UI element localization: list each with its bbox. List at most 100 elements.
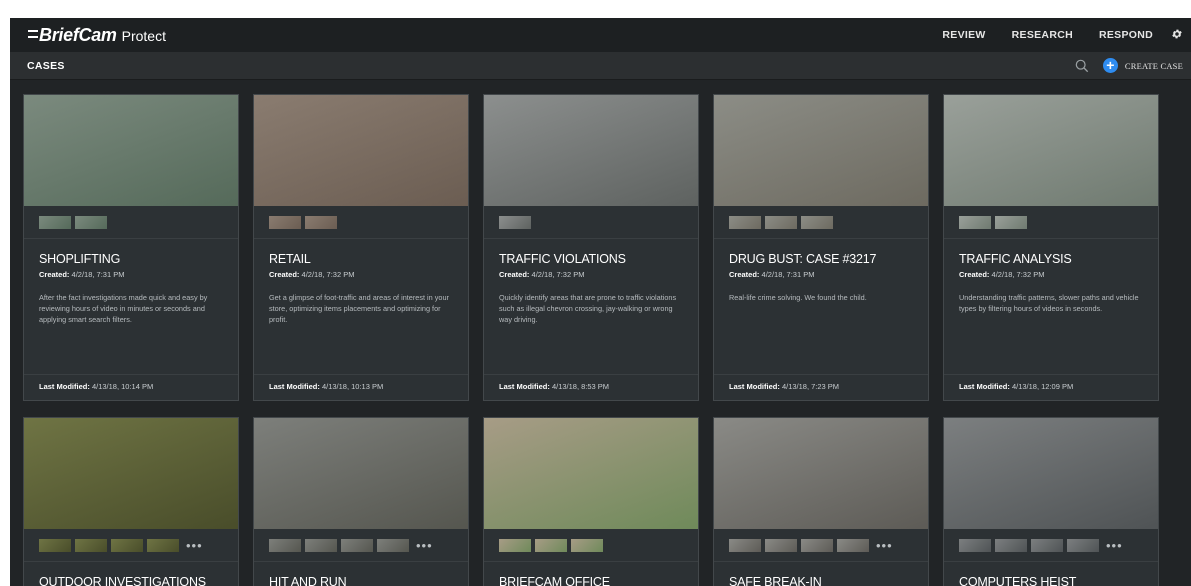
video-thumbnail[interactable] (269, 538, 301, 552)
created-value: 4/2/18, 7:32 PM (991, 270, 1045, 279)
video-thumbnail[interactable] (535, 538, 567, 552)
more-videos-icon[interactable]: ••• (876, 539, 893, 552)
case-card[interactable]: ••• HIT AND RUN (253, 417, 469, 586)
case-card[interactable]: RETAIL Created: 4/2/18, 7:32 PM Get a glim… (253, 94, 469, 401)
case-title[interactable]: TRAFFIC VIOLATIONS (499, 252, 683, 266)
case-thumbnail[interactable] (24, 95, 238, 206)
video-thumbnail[interactable] (729, 215, 761, 229)
case-card[interactable]: SHOPLIFTING Created: 4/2/18, 7:31 PM After… (23, 94, 239, 401)
video-thumbnail[interactable] (959, 538, 991, 552)
logo-product: Protect (121, 27, 166, 44)
case-card[interactable]: TRAFFIC VIOLATIONS Created: 4/2/18, 7:32 … (483, 94, 699, 401)
video-thumbnail[interactable] (837, 538, 869, 552)
case-details: SHOPLIFTING Created: 4/2/18, 7:31 PM After… (24, 239, 238, 352)
last-modified-value: 4/13/18, 8:53 PM (551, 382, 610, 391)
video-thumbnail[interactable] (571, 538, 603, 552)
case-thumbnail[interactable] (24, 418, 238, 529)
case-last-modified: Last Modified: 4/13/18, 8:53 PM (484, 374, 698, 400)
video-thumbnail[interactable] (765, 215, 797, 229)
case-title[interactable]: RETAIL (269, 252, 453, 266)
case-title[interactable]: DRUG BUST: CASE #3217 (729, 252, 913, 266)
case-thumbnail[interactable] (714, 95, 928, 206)
video-thumbnail-strip: ••• (24, 529, 238, 562)
video-thumbnail-strip: ••• (944, 529, 1158, 562)
video-thumbnail[interactable] (111, 538, 143, 552)
case-thumbnail[interactable] (254, 418, 468, 529)
video-thumbnail[interactable] (147, 538, 179, 552)
last-modified-value: 4/13/18, 12:09 PM (1011, 382, 1074, 391)
video-thumbnail[interactable] (1031, 538, 1063, 552)
video-thumbnail[interactable] (499, 215, 531, 229)
case-title[interactable]: SAFE BREAK-IN (729, 575, 913, 586)
case-thumbnail[interactable] (944, 418, 1158, 529)
video-thumbnail-strip (944, 206, 1158, 239)
case-details: TRAFFIC VIOLATIONS Created: 4/2/18, 7:32 … (484, 239, 698, 352)
briefcam-logo[interactable]: BriefCam Protect (28, 25, 166, 46)
video-thumbnail[interactable] (729, 538, 761, 552)
video-thumbnail[interactable] (39, 215, 71, 229)
nav-research[interactable]: RESEARCH (1012, 29, 1073, 41)
create-case-plus-icon[interactable]: + (1102, 58, 1118, 73)
last-modified-value: 4/13/18, 7:23 PM (781, 382, 840, 391)
video-thumbnail-strip (484, 206, 698, 239)
case-title[interactable]: HIT AND RUN (269, 575, 453, 586)
case-thumbnail[interactable] (484, 418, 698, 529)
video-thumbnail[interactable] (995, 538, 1027, 552)
case-card[interactable]: ••• SAFE BREAK-IN (713, 417, 929, 586)
video-thumbnail[interactable] (269, 215, 301, 229)
more-videos-icon[interactable]: ••• (416, 539, 433, 552)
case-details: DRUG BUST: CASE #3217 Created: 4/2/18, 7:… (714, 239, 928, 352)
video-thumbnail[interactable] (801, 538, 833, 552)
case-title[interactable]: SHOPLIFTING (39, 252, 223, 266)
search-icon[interactable] (1075, 59, 1089, 73)
last-modified-value: 4/13/18, 10:14 PM (91, 382, 154, 391)
more-videos-icon[interactable]: ••• (1106, 539, 1123, 552)
logo-mark-icon (28, 29, 38, 38)
video-thumbnail[interactable] (765, 538, 797, 552)
case-card[interactable]: ••• COMPUTERS HEIST (943, 417, 1159, 586)
video-thumbnail-strip: ••• (714, 529, 928, 562)
case-details: HIT AND RUN (254, 562, 468, 586)
case-title[interactable]: COMPUTERS HEIST (959, 575, 1143, 586)
video-thumbnail[interactable] (959, 215, 991, 229)
create-case-button[interactable]: CREATE CASE (1125, 61, 1183, 71)
video-thumbnail[interactable] (39, 538, 71, 552)
case-card[interactable]: TRAFFIC ANALYSIS Created: 4/2/18, 7:32 PM… (943, 94, 1159, 401)
video-thumbnail-strip: ••• (254, 529, 468, 562)
more-videos-icon[interactable]: ••• (186, 539, 203, 552)
video-thumbnail[interactable] (75, 215, 107, 229)
case-title[interactable]: TRAFFIC ANALYSIS (959, 252, 1143, 266)
case-last-modified: Last Modified: 4/13/18, 12:09 PM (944, 374, 1158, 400)
case-thumbnail[interactable] (254, 95, 468, 206)
video-thumbnail-strip (714, 206, 928, 239)
nav-review[interactable]: REVIEW (942, 29, 985, 41)
video-thumbnail[interactable] (1067, 538, 1099, 552)
created-label: Created: (959, 270, 990, 279)
case-thumbnail[interactable] (484, 95, 698, 206)
gear-icon[interactable] (1171, 28, 1183, 40)
case-created: Created: 4/2/18, 7:32 PM (499, 270, 683, 279)
video-thumbnail[interactable] (75, 538, 107, 552)
video-thumbnail[interactable] (305, 215, 337, 229)
video-thumbnail[interactable] (499, 538, 531, 552)
case-last-modified: Last Modified: 4/13/18, 10:14 PM (24, 374, 238, 400)
video-thumbnail-strip (484, 529, 698, 562)
case-details: COMPUTERS HEIST (944, 562, 1158, 586)
case-details: TRAFFIC ANALYSIS Created: 4/2/18, 7:32 PM… (944, 239, 1158, 352)
case-title[interactable]: OUTDOOR INVESTIGATIONS (39, 575, 223, 586)
video-thumbnail[interactable] (305, 538, 337, 552)
nav-respond[interactable]: RESPOND (1099, 29, 1153, 41)
video-thumbnail[interactable] (377, 538, 409, 552)
case-thumbnail[interactable] (714, 418, 928, 529)
case-card[interactable]: ••• OUTDOOR INVESTIGATIONS (23, 417, 239, 586)
case-card[interactable]: DRUG BUST: CASE #3217 Created: 4/2/18, 7:… (713, 94, 929, 401)
video-thumbnail[interactable] (801, 215, 833, 229)
case-thumbnail[interactable] (944, 95, 1158, 206)
video-thumbnail[interactable] (995, 215, 1027, 229)
case-card[interactable]: BRIEFCAM OFFICE (483, 417, 699, 586)
case-title[interactable]: BRIEFCAM OFFICE (499, 575, 683, 586)
logo-brand: BriefCam (39, 24, 117, 45)
created-value: 4/2/18, 7:32 PM (301, 270, 355, 279)
video-thumbnail[interactable] (341, 538, 373, 552)
case-description: Understanding traffic patterns, slower p… (959, 293, 1139, 313)
